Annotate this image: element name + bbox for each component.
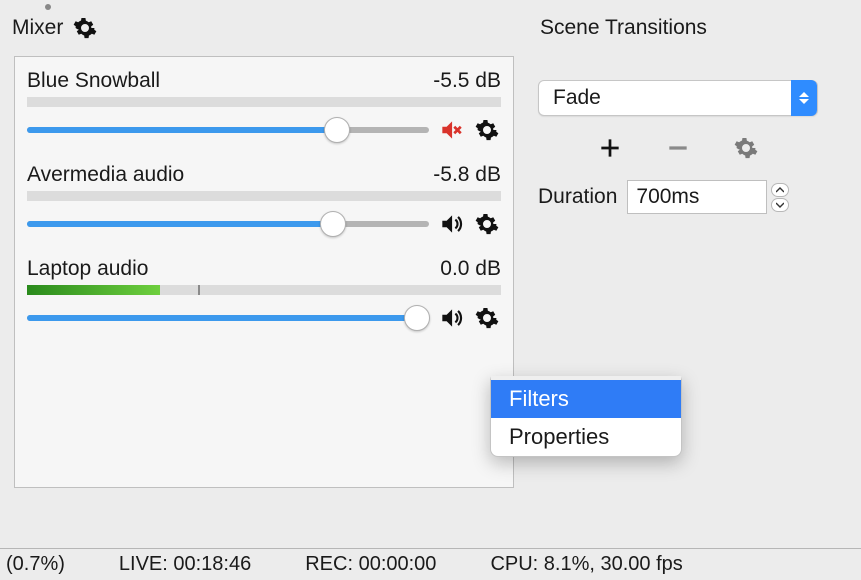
select-arrows-icon	[791, 80, 817, 116]
transition-selected: Fade	[553, 86, 601, 110]
transitions-title: Scene Transitions	[540, 16, 707, 39]
transition-select[interactable]: Fade	[538, 80, 818, 116]
duration-value: 700ms	[636, 185, 699, 209]
level-meter	[27, 97, 501, 107]
source-settings-button[interactable]	[473, 116, 501, 144]
context-menu-item-filters[interactable]: Filters	[491, 380, 681, 418]
gear-icon	[475, 212, 499, 236]
source-name: Laptop audio	[27, 257, 148, 281]
speaker-icon	[438, 211, 464, 237]
mixer-settings-button[interactable]	[71, 14, 99, 42]
status-cpu: CPU: 8.1%, 30.00 fps	[490, 553, 682, 576]
status-bar: (0.7%) LIVE: 00:18:46 REC: 00:00:00 CPU:…	[0, 548, 861, 580]
gear-icon	[73, 16, 97, 40]
volume-slider[interactable]	[27, 115, 429, 145]
duration-stepper[interactable]	[771, 180, 791, 214]
mixer-source: Blue Snowball -5.5 dB	[27, 67, 501, 149]
source-db: -5.5 dB	[433, 69, 501, 93]
volume-slider[interactable]	[27, 303, 429, 333]
source-settings-button[interactable]	[473, 304, 501, 332]
mute-button[interactable]	[437, 116, 465, 144]
source-db: 0.0 dB	[440, 257, 501, 281]
status-dropped: (0.7%)	[6, 553, 65, 576]
gear-icon	[475, 118, 499, 142]
plus-icon	[597, 135, 623, 161]
add-transition-button[interactable]	[596, 134, 624, 162]
stepper-down[interactable]	[771, 198, 789, 212]
context-menu: Filters Properties	[490, 376, 682, 457]
gear-icon	[734, 136, 758, 160]
mixer-panel: Blue Snowball -5.5 dB	[14, 56, 514, 488]
duration-label: Duration	[538, 185, 617, 209]
source-name: Avermedia audio	[27, 163, 184, 187]
transition-settings-button[interactable]	[732, 134, 760, 162]
level-meter	[27, 191, 501, 201]
source-settings-button[interactable]	[473, 210, 501, 238]
remove-transition-button[interactable]	[664, 134, 692, 162]
source-name: Blue Snowball	[27, 69, 160, 93]
stepper-up[interactable]	[771, 183, 789, 197]
mixer-source: Laptop audio 0.0 dB	[27, 255, 501, 337]
mixer-source: Avermedia audio -5.8 dB	[27, 161, 501, 243]
mixer-title: Mixer	[12, 16, 63, 40]
volume-slider[interactable]	[27, 209, 429, 239]
chevron-down-icon	[776, 202, 784, 208]
gear-icon	[475, 306, 499, 330]
chevron-up-icon	[776, 187, 784, 193]
speaker-icon	[438, 305, 464, 331]
panel-header: Mixer Scene Transitions	[0, 0, 861, 56]
source-db: -5.8 dB	[433, 163, 501, 187]
level-meter	[27, 285, 501, 295]
context-menu-item-properties[interactable]: Properties	[491, 418, 681, 456]
status-rec: REC: 00:00:00	[305, 553, 436, 576]
speaker-muted-icon	[438, 117, 464, 143]
mute-button[interactable]	[437, 304, 465, 332]
duration-field[interactable]: 700ms	[627, 180, 767, 214]
mute-button[interactable]	[437, 210, 465, 238]
minus-icon	[665, 135, 691, 161]
status-live: LIVE: 00:18:46	[119, 553, 251, 576]
